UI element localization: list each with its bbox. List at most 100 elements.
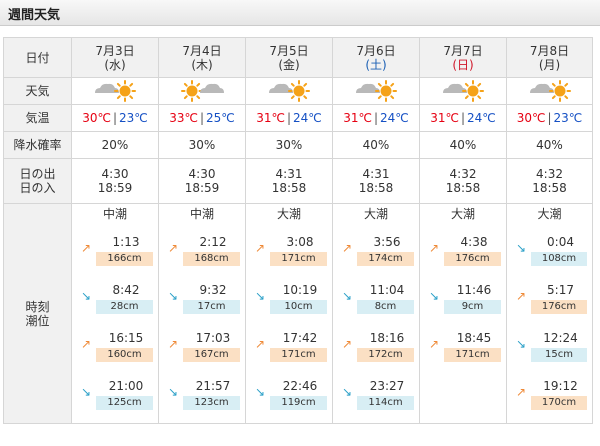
tide-entry: ↗ 5:17 176cm xyxy=(508,279,592,321)
tide-entry: ↘ 11:04 8cm xyxy=(334,279,419,321)
tide-cell: 大潮 ↗ 4:38 176cm ↘ 11:46 9cm ↗ 18:45 171cm xyxy=(419,203,507,424)
sunset-time: 18:58 xyxy=(445,181,481,195)
tide-level-badge: 125cm xyxy=(96,396,153,410)
date-label: 7月5日 xyxy=(269,43,309,58)
tide-level-badge: 108cm xyxy=(531,252,587,266)
tide-level-badge: 10cm xyxy=(270,300,327,314)
tide-time: 1:13 xyxy=(112,235,140,249)
date-label: 7月8日 xyxy=(529,43,570,58)
sun-times-cell: 4:31 18:58 xyxy=(332,158,420,204)
row-label-temperature: 気温 xyxy=(3,104,72,132)
tide-time: 23:27 xyxy=(369,379,405,393)
falling-tide-arrow-icon: ↘ xyxy=(516,241,527,255)
date-cell: 7月7日 (日) xyxy=(419,37,507,78)
low-temp: 24℃ xyxy=(467,111,496,125)
date-label: 7月4日 xyxy=(182,43,222,58)
cloud-then-sun-icon xyxy=(441,80,485,102)
date-cell: 7月3日 (水) xyxy=(71,37,159,78)
tide-level-badge: 119cm xyxy=(270,396,327,410)
tide-entry: ↘ 9:32 17cm xyxy=(160,279,245,321)
sunrise-label: 日の出 xyxy=(19,167,56,181)
tide-time: 3:08 xyxy=(286,235,314,249)
high-temp: 30℃ xyxy=(82,111,111,125)
tide-time: 18:16 xyxy=(369,331,405,345)
temperature-cell: 31℃ | 24℃ xyxy=(419,104,507,132)
tide-time: 22:46 xyxy=(282,379,318,393)
tide-cell: 大潮 ↘ 0:04 108cm ↗ 5:17 176cm ↘ 12:24 15cm ↗ 19:12 17… xyxy=(506,203,593,424)
tide-entry: ↘ 23:27 114cm xyxy=(334,375,419,417)
cloud-then-sun-icon xyxy=(267,80,311,102)
day-of-week: (土) xyxy=(365,57,387,72)
temp-separator: | xyxy=(112,111,118,125)
weather-cell xyxy=(332,77,420,105)
tide-cell: 大潮 ↗ 3:08 171cm ↘ 10:19 10cm ↗ 17:42 171cm ↘ 22:46 1… xyxy=(245,203,333,424)
falling-tide-arrow-icon: ↘ xyxy=(342,289,353,303)
tide-entry: ↘ 21:57 123cm xyxy=(160,375,245,417)
tide-entry: ↗ 17:42 171cm xyxy=(247,327,332,369)
cloud-then-sun-icon xyxy=(354,80,398,102)
tide-entry: ↗ 18:16 172cm xyxy=(334,327,419,369)
high-temp: 33℃ xyxy=(169,111,198,125)
sunset-time: 18:58 xyxy=(532,181,567,195)
falling-tide-arrow-icon: ↘ xyxy=(168,385,179,399)
precip-row: 降水確率 20% 30% 30% 40% 40% 40% xyxy=(3,131,593,159)
sun-times-cell: 4:30 18:59 xyxy=(71,158,159,204)
rising-tide-arrow-icon: ↗ xyxy=(81,337,92,351)
tide-time: 16:15 xyxy=(108,331,144,345)
row-label-precip: 降水確率 xyxy=(3,131,72,159)
tide-entry: ↗ 19:12 170cm xyxy=(508,375,592,417)
tide-level-badge: 8cm xyxy=(357,300,414,314)
tide-cell: 中潮 ↗ 2:12 168cm ↘ 9:32 17cm ↗ 17:03 167cm ↘ 21:57 12… xyxy=(158,203,246,424)
tide-time: 9:32 xyxy=(199,283,227,297)
tide-entry: ↗ 3:56 174cm xyxy=(334,231,419,273)
day-of-week: (月) xyxy=(538,57,561,72)
temperature-cell: 31℃ | 24℃ xyxy=(245,104,333,132)
tide-cell: 中潮 ↗ 1:13 166cm ↘ 8:42 28cm ↗ 16:15 160cm ↘ 21:00 12… xyxy=(71,203,159,424)
day-of-week: (水) xyxy=(104,57,126,72)
sunset-time: 18:58 xyxy=(271,181,307,195)
high-temp: 31℃ xyxy=(256,111,285,125)
tide-entry: ↘ 22:46 119cm xyxy=(247,375,332,417)
tide-entry: ↘ 11:46 9cm xyxy=(421,279,506,321)
date-cell: 7月5日 (金) xyxy=(245,37,333,78)
tide-entry: ↗ 1:13 166cm xyxy=(73,231,158,273)
falling-tide-arrow-icon: ↘ xyxy=(255,385,266,399)
sunrise-time: 4:32 xyxy=(536,167,563,181)
rising-tide-arrow-icon: ↗ xyxy=(429,337,440,351)
precip-cell: 40% xyxy=(506,131,593,159)
date-row: 日付 7月3日 (水) 7月4日 (木) 7月5日 (金) 7月6日 (土) 7月7日 (日) 7月… xyxy=(3,37,593,78)
sunset-time: 18:59 xyxy=(184,181,220,195)
sunset-label: 日の入 xyxy=(19,181,56,195)
tide-cell: 大潮 ↗ 3:56 174cm ↘ 11:04 8cm ↗ 18:16 172cm ↘ 23:27 11… xyxy=(332,203,420,424)
rising-tide-arrow-icon: ↗ xyxy=(255,241,266,255)
temperature-row: 気温 30℃ | 23℃ 33℃ | 25℃ 31℃ | 24℃ 31℃ | 24℃ 31℃ | 24℃ 30… xyxy=(3,104,593,132)
tide-time: 3:56 xyxy=(373,235,401,249)
rising-tide-arrow-icon: ↗ xyxy=(516,385,527,399)
precip-cell: 40% xyxy=(419,131,507,159)
weather-cell xyxy=(158,77,246,105)
precip-cell: 40% xyxy=(332,131,420,159)
tide-level-badge: 171cm xyxy=(444,348,501,362)
tide-row: 時刻 潮位 中潮 ↗ 1:13 166cm ↘ 8:42 28cm ↗ 16:15 160cm ↘ 2… xyxy=(3,203,593,424)
date-label: 7月7日 xyxy=(443,43,483,58)
precip-cell: 30% xyxy=(158,131,246,159)
falling-tide-arrow-icon: ↘ xyxy=(429,289,440,303)
tide-level-badge: 123cm xyxy=(183,396,240,410)
tide-time: 2:12 xyxy=(199,235,227,249)
tide-entry: ↘ 12:24 15cm xyxy=(508,327,592,369)
sun-times-cell: 4:32 18:58 xyxy=(419,158,507,204)
tide-level-badge: 114cm xyxy=(357,396,414,410)
tide-entry: ↘ 21:00 125cm xyxy=(73,375,158,417)
rising-tide-arrow-icon: ↗ xyxy=(342,241,353,255)
weather-row: 天気 xyxy=(3,77,593,105)
tide-name: 中潮 xyxy=(102,207,127,221)
sun-then-cloud-icon xyxy=(180,80,224,102)
tide-level-badge: 15cm xyxy=(531,348,587,362)
sunrise-time: 4:31 xyxy=(275,167,303,181)
precip-cell: 30% xyxy=(245,131,333,159)
tide-level-badge: 171cm xyxy=(270,348,327,362)
tide-level-badge: 176cm xyxy=(531,300,587,314)
tide-entry: ↗ 18:45 171cm xyxy=(421,327,506,369)
tide-time: 4:38 xyxy=(460,235,488,249)
tide-level-badge: 172cm xyxy=(357,348,414,362)
